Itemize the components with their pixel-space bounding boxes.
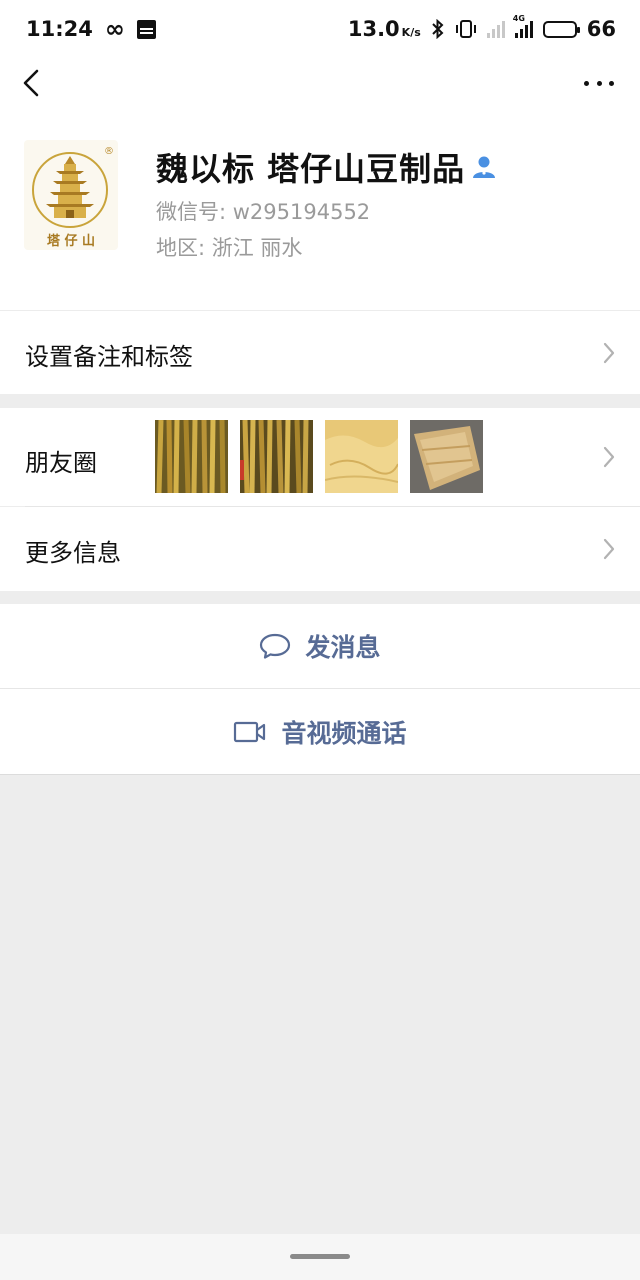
remark-tags-label: 设置备注和标签 <box>25 343 193 371</box>
remark-tags-row[interactable]: 设置备注和标签 <box>0 310 640 394</box>
battery-icon <box>542 20 580 38</box>
chevron-right-icon <box>603 342 615 364</box>
avatar-registered-mark: ® <box>104 146 114 157</box>
news-icon <box>136 19 156 39</box>
moments-thumbnail <box>410 420 483 493</box>
av-call-label: 音视频通话 <box>281 718 407 748</box>
send-message-label: 发消息 <box>305 633 381 662</box>
wechat-id: 微信号: w295194552 <box>156 200 371 224</box>
status-bar: 11:24 ∞ 13.0 K/s 4G 66 <box>0 0 640 58</box>
moments-row[interactable]: 朋友圈 <box>0 408 640 506</box>
network-speed-value: 13.0 <box>347 17 400 41</box>
chevron-right-icon <box>603 538 615 560</box>
contact-name: 魏以标 塔仔山豆制品 <box>156 150 466 188</box>
network-type: 4G <box>512 14 525 23</box>
back-icon[interactable] <box>20 68 48 98</box>
more-icon[interactable] <box>584 74 614 92</box>
moments-thumbnail <box>155 420 228 493</box>
av-call-button[interactable]: 音视频通话 <box>0 689 640 774</box>
signal-icon: 4G <box>513 14 533 38</box>
chat-bubble-icon <box>260 633 291 659</box>
network-speed: 13.0 K/s <box>348 17 421 41</box>
more-info-label: 更多信息 <box>25 539 121 567</box>
status-time: 11:24 <box>26 17 93 41</box>
profile-card: ® 塔 仔 山 魏以标 塔仔山豆制品 微信号: w295194552 地区: 浙… <box>0 108 640 310</box>
chevron-right-icon <box>603 446 615 468</box>
network-speed-unit: K/s <box>401 26 421 39</box>
vibrate-icon <box>455 20 476 38</box>
home-indicator-area <box>0 1234 640 1280</box>
verified-person-icon <box>473 156 496 178</box>
divider <box>0 774 640 775</box>
region: 地区: 浙江 丽水 <box>156 236 303 260</box>
home-indicator[interactable] <box>290 1254 350 1259</box>
moments-thumbnails <box>155 420 483 493</box>
moments-label: 朋友圈 <box>25 449 97 477</box>
nav-bar <box>0 58 640 108</box>
moments-thumbnail <box>240 420 313 493</box>
name-row: 魏以标 塔仔山豆制品 <box>156 144 497 190</box>
signal-icon-sim2 <box>486 20 505 38</box>
avatar[interactable]: ® 塔 仔 山 <box>24 140 118 250</box>
battery-level: 66 <box>586 17 616 41</box>
infinity-icon: ∞ <box>104 15 125 43</box>
send-message-button[interactable]: 发消息 <box>0 604 640 688</box>
bluetooth-icon <box>432 19 444 39</box>
more-info-row[interactable]: 更多信息 <box>0 507 640 591</box>
moments-thumbnail <box>325 420 398 493</box>
video-camera-icon <box>234 721 266 742</box>
avatar-brand-text: 塔 仔 山 <box>46 234 96 249</box>
